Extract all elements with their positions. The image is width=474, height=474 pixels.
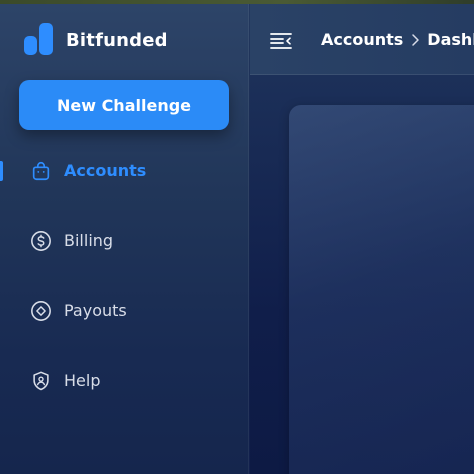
shopping-bag-icon xyxy=(32,162,50,181)
collapse-menu-icon[interactable] xyxy=(270,31,292,51)
new-challenge-button[interactable]: New Challenge xyxy=(19,80,229,130)
breadcrumb-item-dashboard: Dashboard xyxy=(427,30,474,49)
sidebar-item-help[interactable]: Help xyxy=(0,361,249,401)
dollar-circle-icon xyxy=(31,231,51,251)
app-window: Bitfunded New Challenge Accounts Billing xyxy=(0,0,474,474)
top-bar: Accounts Dashboard xyxy=(250,4,474,75)
diamond-circle-icon xyxy=(31,301,51,321)
sidebar-item-label: Billing xyxy=(64,231,114,250)
sidebar-item-billing[interactable]: Billing xyxy=(0,221,249,261)
logo-mark-icon xyxy=(24,22,58,58)
breadcrumb-item-accounts[interactable]: Accounts xyxy=(321,30,403,49)
main-content xyxy=(250,75,474,474)
active-indicator xyxy=(0,161,3,181)
content-card xyxy=(289,105,474,474)
brand-logo[interactable]: Bitfunded xyxy=(24,22,168,58)
brand-name: Bitfunded xyxy=(66,29,168,51)
sidebar-item-accounts[interactable]: Accounts xyxy=(0,151,249,191)
shield-user-icon xyxy=(33,371,49,391)
sidebar-item-label: Payouts xyxy=(64,301,127,320)
chevron-right-icon xyxy=(412,33,420,46)
breadcrumb: Accounts Dashboard xyxy=(321,4,474,75)
sidebar-item-label: Help xyxy=(64,371,101,390)
sidebar-item-payouts[interactable]: Payouts xyxy=(0,291,249,331)
sidebar: Bitfunded New Challenge Accounts Billing xyxy=(0,4,249,474)
sidebar-item-label: Accounts xyxy=(64,161,147,180)
